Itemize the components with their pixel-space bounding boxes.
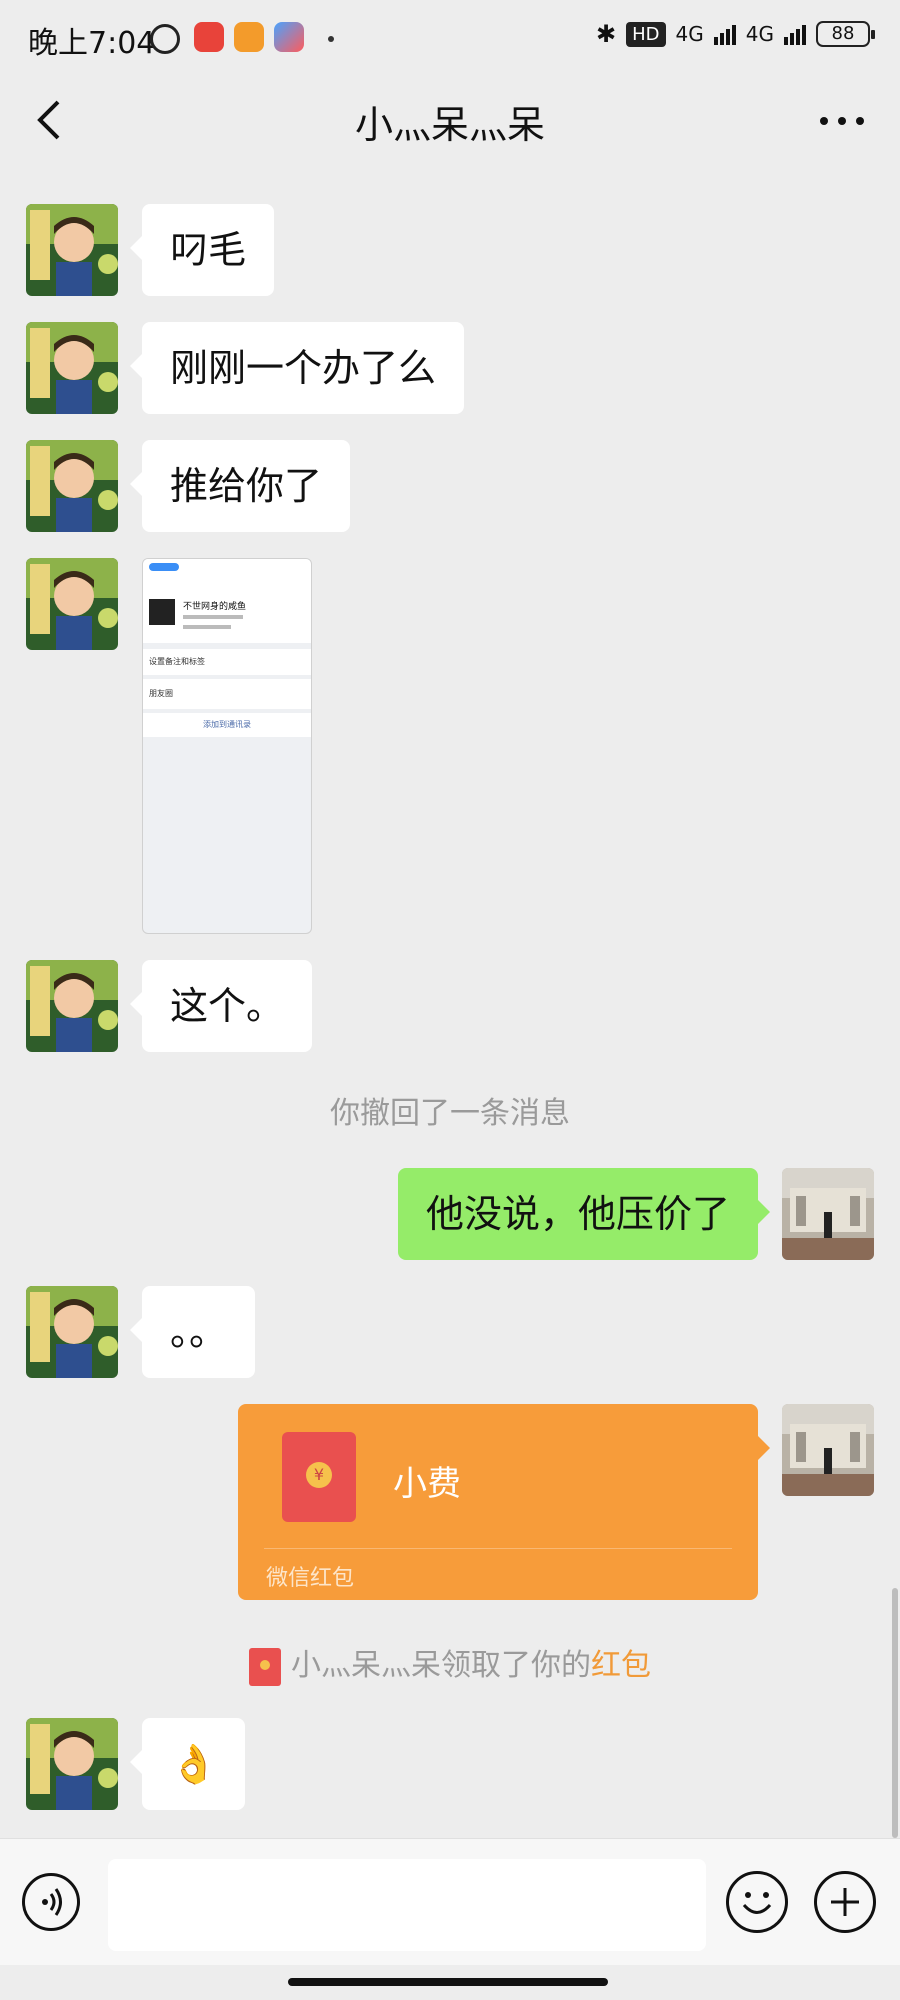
contact-avatar[interactable] — [26, 1718, 118, 1810]
bluetooth-icon: ✱ — [596, 20, 617, 48]
red-packet-message[interactable]: ¥ 小费 微信红包 — [238, 1404, 770, 1600]
battery-icon: 88 — [816, 21, 875, 47]
status-bar: 晚上7:04 ✱ HD 4G 4G 88 — [0, 0, 900, 80]
shot-avatar — [149, 599, 175, 625]
more-functions-button[interactable] — [814, 1871, 876, 1933]
emoji-button[interactable] — [726, 1871, 788, 1933]
shot-status-strip — [149, 563, 179, 571]
notice-text: 小灬呆灬呆领取了你的 — [291, 1648, 591, 1683]
shot-profile-card: 不世网身的咸鱼 — [143, 559, 311, 643]
contact-avatar[interactable] — [26, 1286, 118, 1378]
shop-app-icon — [234, 22, 264, 52]
signal-icon-1 — [713, 23, 736, 45]
shot-subtext — [183, 625, 231, 629]
shot-row-moments: 朋友圈 — [143, 679, 311, 709]
message-bubble-incoming[interactable]: 这个。 — [129, 960, 313, 1052]
signal-icon-2 — [784, 23, 806, 45]
video-app-icon — [274, 22, 304, 52]
smiley-icon — [742, 1892, 772, 1914]
alarm-icon — [150, 24, 180, 54]
contact-avatar[interactable] — [26, 204, 118, 296]
voice-input-button[interactable] — [22, 1873, 80, 1931]
recall-notice: 你撤回了一条消息 — [330, 1096, 570, 1131]
message-bubble-incoming[interactable]: 叼毛 — [129, 204, 275, 296]
dot-indicator — [328, 36, 334, 42]
contact-avatar[interactable] — [26, 322, 118, 414]
music-app-icon — [194, 22, 224, 52]
message-bubble-incoming[interactable]: 刚刚一个办了么 — [129, 322, 465, 414]
contact-avatar[interactable] — [26, 960, 118, 1052]
chat-header: 小灬呆灬呆 — [0, 80, 900, 160]
coin-icon: ¥ — [306, 1462, 332, 1488]
message-input[interactable] — [108, 1859, 706, 1951]
divider — [264, 1548, 732, 1549]
more-icon — [820, 117, 864, 125]
contact-avatar[interactable] — [26, 440, 118, 532]
plus-icon — [831, 1888, 859, 1916]
my-avatar[interactable] — [782, 1168, 874, 1260]
input-bar — [0, 1838, 900, 1965]
home-indicator[interactable] — [288, 1978, 608, 1986]
voice-icon — [42, 1888, 62, 1916]
my-avatar[interactable] — [782, 1404, 874, 1496]
red-packet-title: 小费 — [393, 1464, 461, 1504]
scrollbar[interactable] — [892, 1588, 898, 1838]
shot-name: 不世网身的咸鱼 — [183, 602, 247, 612]
network-type-2: 4G — [745, 22, 774, 46]
message-bubble-incoming[interactable]: 👌 — [129, 1718, 246, 1810]
message-bubble-incoming[interactable]: 。。 — [129, 1286, 256, 1378]
red-envelope-icon: ¥ — [282, 1432, 356, 1522]
status-time: 晚上7:04 — [28, 26, 156, 61]
shot-subtext — [183, 615, 243, 619]
message-bubble-incoming[interactable]: 推给你了 — [129, 440, 351, 532]
chat-title: 小灬呆灬呆 — [354, 103, 545, 147]
shot-row-remark: 设置备注和标签 — [143, 649, 311, 675]
red-packet-notice: 小灬呆灬呆领取了你的红包 — [0, 1640, 900, 1686]
network-type-1: 4G — [675, 22, 704, 46]
red-packet-label: 微信红包 — [266, 1566, 355, 1591]
red-packet-link[interactable]: 红包 — [591, 1648, 651, 1683]
status-right-icons: ✱ HD 4G 4G 88 — [596, 20, 875, 48]
small-red-envelope-icon — [249, 1647, 281, 1686]
image-message[interactable]: 不世网身的咸鱼 设置备注和标签 朋友圈 添加到通讯录 — [142, 558, 312, 934]
contact-avatar[interactable] — [26, 558, 118, 650]
more-options-button[interactable] — [812, 106, 872, 136]
hd-badge: HD — [626, 21, 666, 47]
shot-row-add: 添加到通讯录 — [143, 713, 311, 737]
message-bubble-outgoing[interactable]: 他没说，他压价了 — [397, 1168, 771, 1260]
